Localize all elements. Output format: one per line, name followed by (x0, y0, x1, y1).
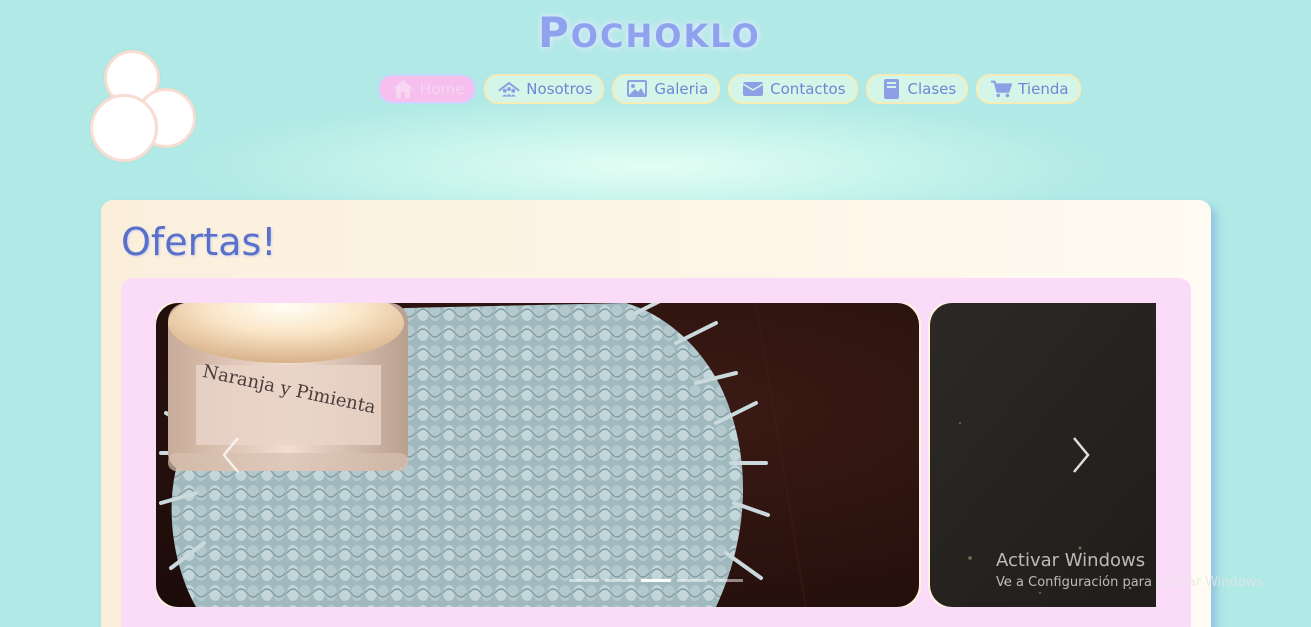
slide-photo-candle-coaster: Naranja y Pimienta (156, 303, 919, 607)
carousel-next-button[interactable] (1066, 433, 1096, 477)
windows-activation-watermark: Activar Windows Ve a Configuración para … (996, 550, 1267, 590)
image-icon (626, 79, 648, 99)
watermark-title: Activar Windows (996, 550, 1146, 571)
nav-tienda[interactable]: Tienda (976, 74, 1081, 104)
nav-tienda-label: Tienda (1018, 80, 1069, 98)
watermark-subtitle: Ve a Configuración para activar Windows. (996, 575, 1268, 590)
carousel-slide-active[interactable]: Naranja y Pimienta (156, 303, 919, 607)
nav-contactos[interactable]: Contactos (728, 74, 858, 104)
chevron-right-icon (1073, 437, 1090, 473)
nav-galeria[interactable]: Galeria (612, 74, 721, 104)
carousel-indicator-3[interactable] (641, 579, 671, 582)
nav-home[interactable]: Home (378, 74, 477, 104)
carousel-indicator-5[interactable] (713, 579, 743, 582)
nav-galeria-label: Galeria (654, 80, 709, 98)
site-title-initial: P (538, 8, 571, 57)
site-title-rest: OCHOKLO (570, 17, 761, 55)
nav-clases[interactable]: Clases (865, 74, 969, 104)
book-icon (880, 79, 902, 99)
main-nav: Home Nosotros Galeria Contactos Clases T… (378, 74, 1081, 104)
nav-nosotros-label: Nosotros (526, 80, 593, 98)
nav-clases-label: Clases (907, 80, 957, 98)
carousel-indicator-2[interactable] (605, 579, 635, 582)
carousel-indicator-1[interactable] (569, 579, 599, 582)
site-title: POCHOKLO (538, 8, 761, 57)
people-icon (498, 79, 521, 99)
chevron-left-icon (222, 437, 239, 473)
cart-icon (990, 79, 1013, 99)
carousel-indicator-4[interactable] (677, 579, 707, 582)
offers-title: Ofertas! (121, 220, 277, 264)
bubble-left (90, 94, 158, 162)
nav-contactos-label: Contactos (770, 80, 846, 98)
carousel-indicators (569, 579, 743, 582)
home-icon (392, 79, 414, 99)
nav-nosotros[interactable]: Nosotros (484, 74, 605, 104)
envelope-icon (742, 79, 764, 99)
logo-bubbles (88, 48, 203, 166)
nav-home-label: Home (420, 80, 465, 98)
carousel-prev-button[interactable] (216, 433, 246, 477)
